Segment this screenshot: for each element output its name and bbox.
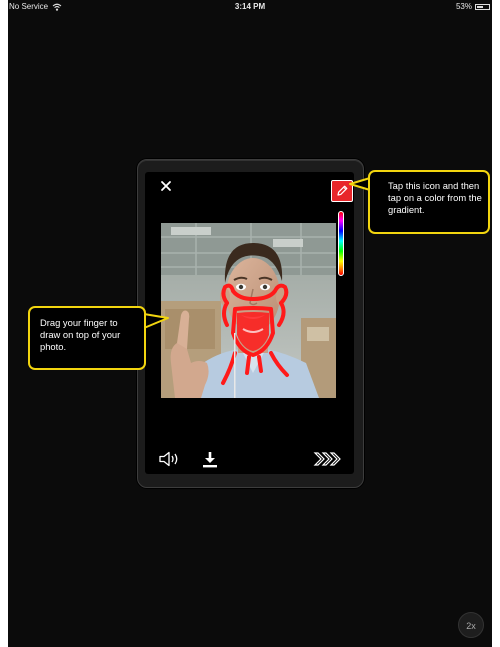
close-icon	[161, 181, 171, 191]
callout-color-tip-text: Tap this icon and then tap on a color fr…	[388, 180, 482, 215]
callout-draw-tip: Drag your finger to draw on top of your …	[28, 306, 146, 370]
next-button[interactable]	[313, 452, 343, 471]
battery-level	[477, 5, 483, 8]
callout-color-tip: Tap this icon and then tap on a color fr…	[368, 170, 490, 234]
ipad-screen: No Service 3:14 PM 53% Tap this icon and…	[8, 0, 492, 647]
battery-percent: 53%	[455, 2, 472, 11]
callout-draw-tip-text: Drag your finger to draw on top of your …	[40, 317, 121, 352]
forward-chevrons-icon	[313, 452, 341, 466]
zoom-button[interactable]: 2x	[458, 612, 484, 638]
status-bar: No Service 3:14 PM 53%	[8, 0, 492, 14]
speaker-icon	[159, 451, 178, 467]
battery-icon	[475, 3, 490, 10]
color-gradient-slider[interactable]	[338, 211, 344, 276]
photo-canvas[interactable]	[161, 223, 336, 398]
status-time: 3:14 PM	[234, 2, 266, 11]
sound-button[interactable]	[158, 451, 180, 472]
bottom-toolbar	[138, 446, 363, 472]
close-button[interactable]	[158, 178, 174, 194]
selfie-photo	[161, 223, 336, 398]
download-icon	[203, 452, 217, 468]
status-right: 53%	[456, 2, 490, 11]
download-button[interactable]	[201, 450, 219, 473]
callout-pointer-left	[143, 313, 169, 329]
